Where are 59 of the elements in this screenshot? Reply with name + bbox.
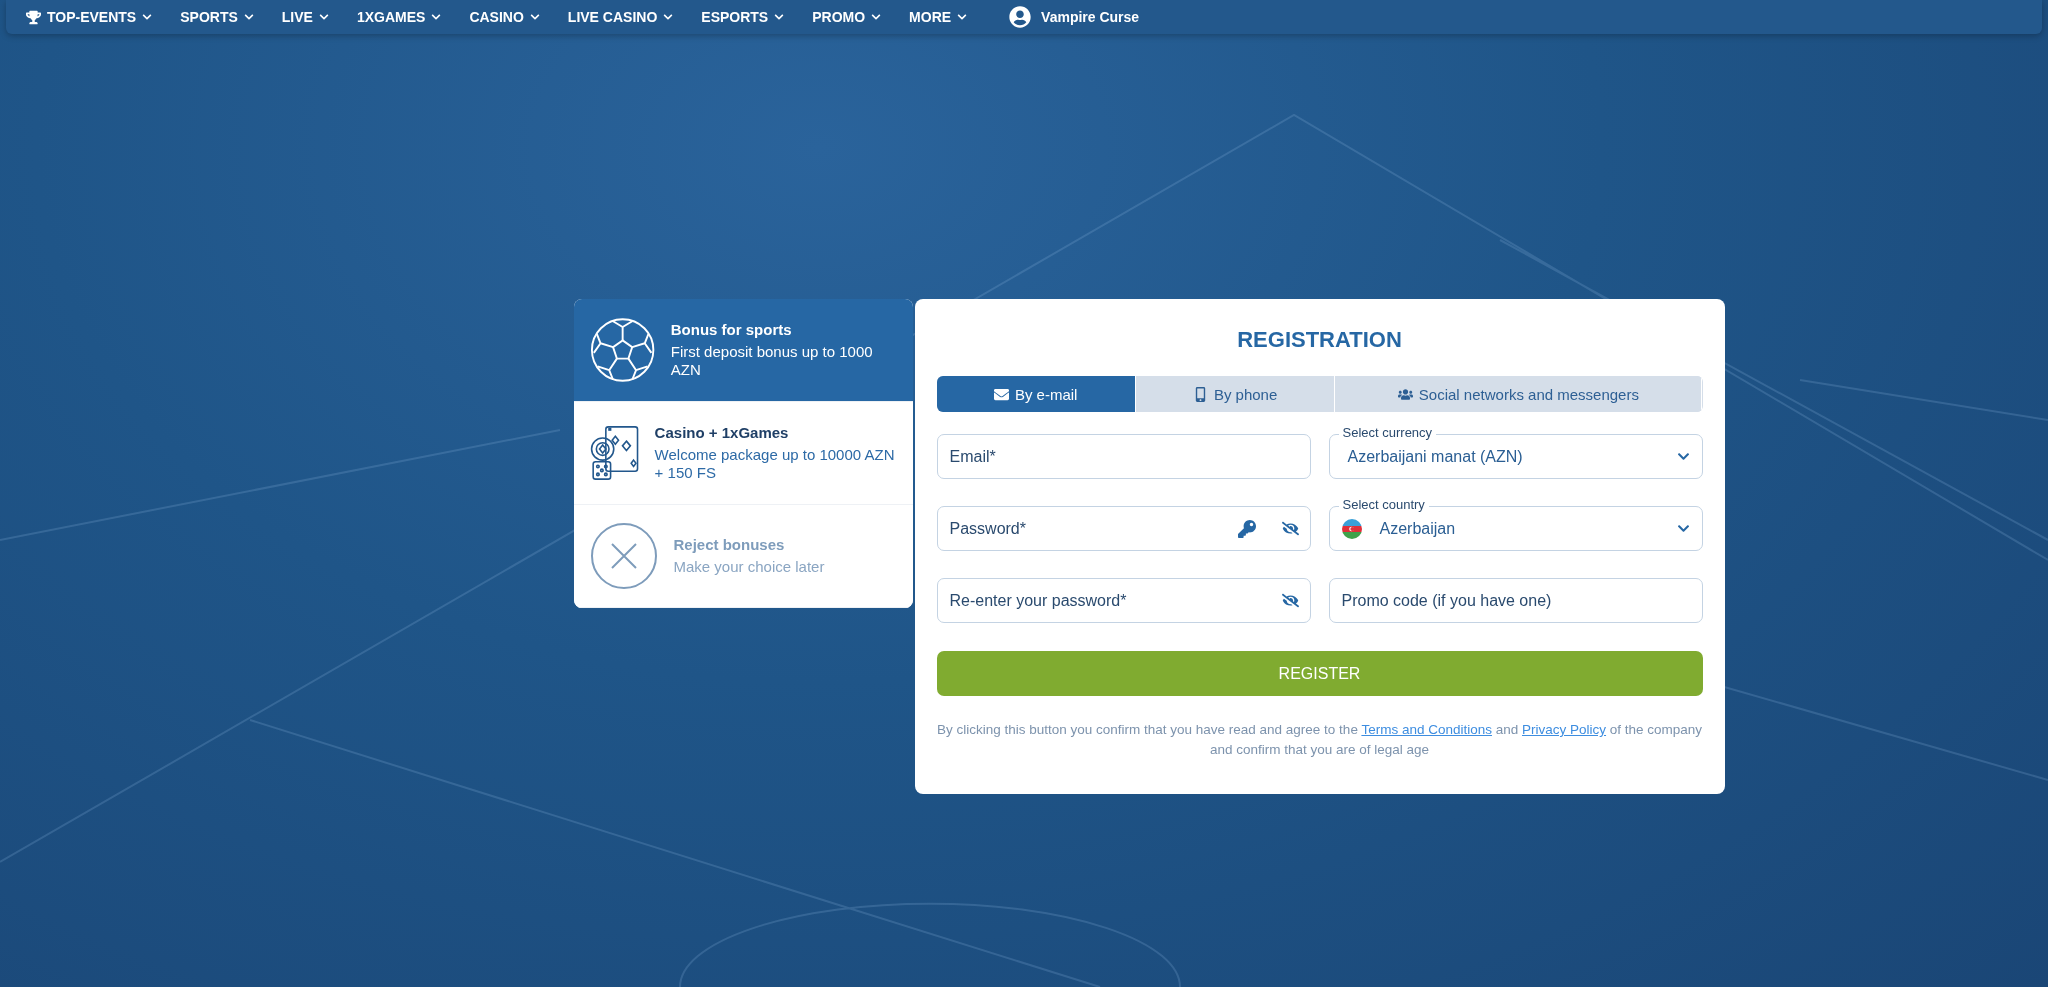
- field-label: Select currency: [1338, 425, 1437, 441]
- soccer-ball-icon: [589, 316, 655, 384]
- nav-item-label: ESPORTS: [701, 9, 769, 25]
- featured-game-link[interactable]: Vampire Curse: [1009, 6, 1140, 28]
- chevron-down-icon: [774, 12, 785, 22]
- chevron-down-icon: [1676, 522, 1690, 535]
- password-field[interactable]: Re-enter your password*: [936, 578, 1311, 623]
- chevron-down-icon: [871, 12, 882, 22]
- nav-menu-item[interactable]: CASINO: [469, 9, 540, 25]
- chevron-down-icon: [663, 12, 674, 22]
- bonus-title: Casino + 1xGames: [654, 424, 790, 441]
- nav-menu-item[interactable]: TOP-EVENTS: [26, 9, 153, 25]
- key-icon[interactable]: [1237, 519, 1256, 538]
- nav-menu-item[interactable]: LIVE: [281, 9, 329, 25]
- bonus-option[interactable]: Bonus for sports First deposit bonus up to 1000 AZN: [573, 299, 913, 402]
- nav-item-label: CASINO: [469, 9, 524, 25]
- text-field[interactable]: Promo code (if you have one): [1328, 578, 1703, 623]
- nav-item-label: MORE: [909, 9, 952, 25]
- flag-icon: [1341, 518, 1362, 539]
- nav-menu-item[interactable]: PROMO: [812, 9, 882, 25]
- chevron-down-icon: [318, 12, 329, 22]
- select-value: Azerbaijani manat (AZN): [1346, 447, 1524, 466]
- chevron-down-icon: [243, 12, 254, 22]
- nav-menu-item[interactable]: MORE: [909, 9, 968, 25]
- registration-tab[interactable]: By e-mail: [936, 376, 1136, 412]
- nav-item-label: SPORTS: [180, 9, 238, 25]
- envelope-icon: [993, 386, 1009, 402]
- featured-game-label: Vampire Curse: [1041, 9, 1140, 25]
- nav-item-label: 1XGAMES: [356, 9, 426, 25]
- eye-slash-icon[interactable]: [1281, 592, 1299, 609]
- chevron-down-icon: [431, 12, 442, 22]
- trophy-icon: [26, 9, 41, 25]
- close-circle-icon: [589, 522, 658, 590]
- nav-menu-item[interactable]: SPORTS: [180, 9, 254, 25]
- select-value: Azerbaijan: [1378, 519, 1457, 538]
- text-field[interactable]: Email*: [936, 434, 1311, 479]
- terms-link[interactable]: Terms and Conditions: [1361, 722, 1492, 737]
- bonus-title: Bonus for sports: [670, 321, 793, 338]
- nav-item-label: TOP-EVENTS: [47, 9, 137, 25]
- chevron-down-icon: [1676, 450, 1690, 463]
- nav-menu-item[interactable]: 1XGAMES: [356, 9, 442, 25]
- nav-menu-item[interactable]: ESPORTS: [701, 9, 785, 25]
- eye-slash-icon[interactable]: [1281, 520, 1299, 537]
- password-field[interactable]: Password*: [936, 506, 1311, 551]
- registration-title: REGISTRATION: [1236, 327, 1403, 353]
- bonus-description: Welcome package up to 10000 AZN + 150 FS: [654, 446, 896, 482]
- nav-item-label: PROMO: [812, 9, 866, 25]
- people-icon: [1397, 386, 1413, 402]
- chevron-down-icon: [142, 12, 153, 22]
- bonus-description: Make your choice later: [673, 558, 825, 576]
- field-label: Select country: [1338, 497, 1429, 513]
- chevron-down-icon: [529, 12, 540, 22]
- bonus-description: First deposit bonus up to 1000 AZN: [670, 343, 874, 379]
- avatar-icon: [1009, 6, 1032, 28]
- chevron-down-icon: [957, 12, 968, 22]
- bonus-title: Reject bonuses: [673, 536, 786, 553]
- nav-item-label: LIVE: [281, 9, 313, 25]
- terms-notice: By clicking this button you confirm that you have read and agree to the Terms and Conditions and Privacy Policy of the company and confirm that you are of legal age: [936, 721, 1703, 759]
- terms-link[interactable]: Privacy Policy: [1522, 722, 1607, 737]
